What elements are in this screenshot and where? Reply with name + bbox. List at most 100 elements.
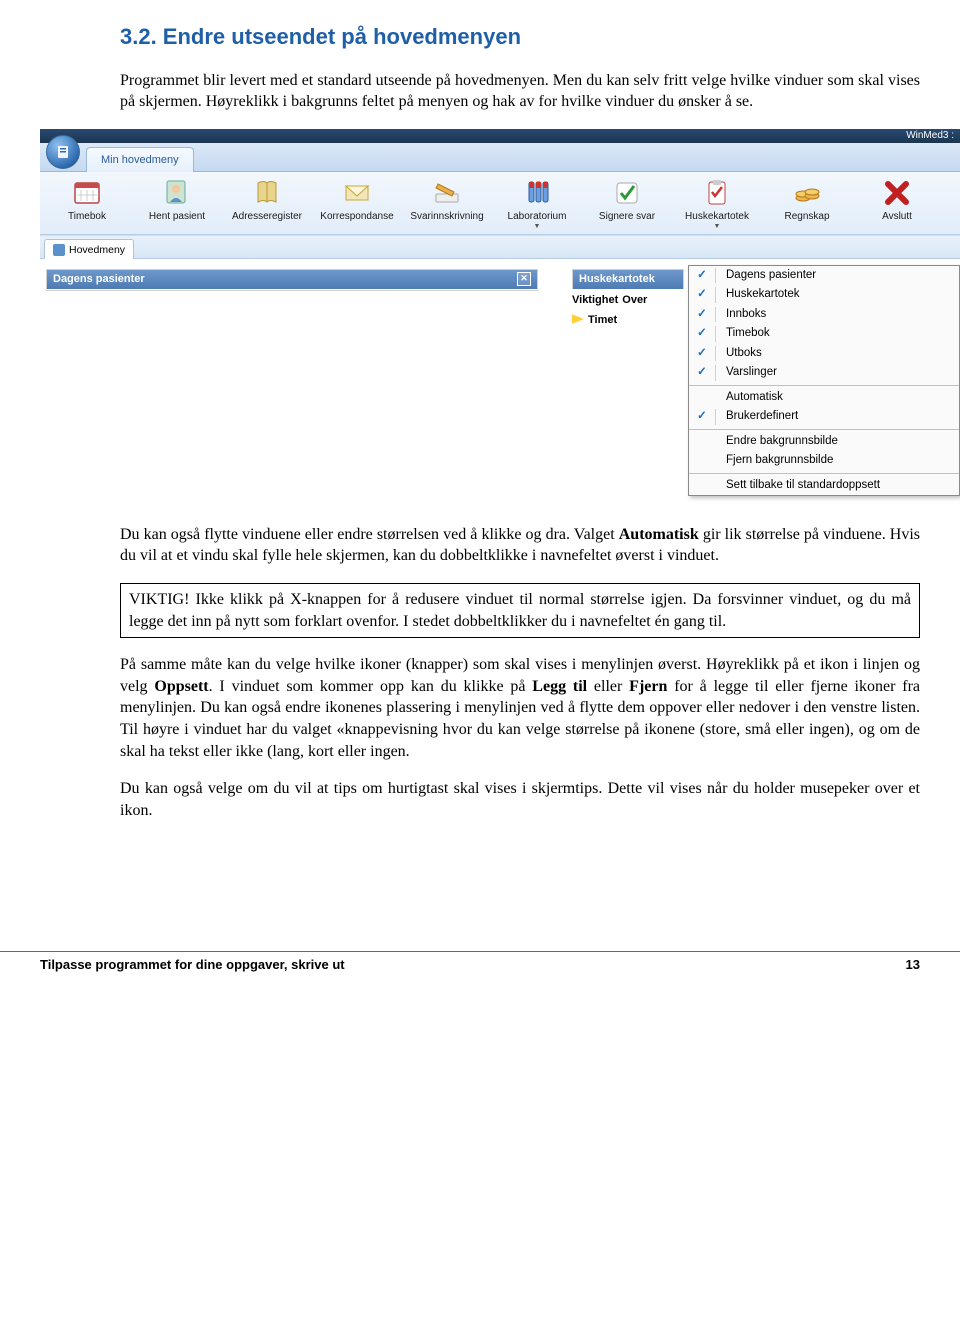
- toolbar-avslutt[interactable]: Avslutt: [852, 177, 942, 232]
- workspace-tab-label: Hovedmeny: [69, 243, 125, 257]
- body-text-2: Du kan også flytte vinduene eller endre …: [120, 524, 920, 822]
- context-menu[interactable]: ✓Dagens pasienter✓Huskekartotek✓Innboks✓…: [688, 265, 960, 497]
- ctx-item-timebok[interactable]: ✓Timebok: [689, 324, 959, 344]
- toolbar-laboratorium[interactable]: Laboratorium▼: [492, 177, 582, 232]
- close-red-icon: [880, 177, 914, 207]
- footer-left: Tilpasse programmet for dine oppgaver, s…: [40, 956, 345, 974]
- workspace-tab[interactable]: Hovedmeny: [44, 239, 134, 259]
- chevron-down-icon: ▼: [672, 222, 762, 231]
- panel-huskekartotek: Huskekartotek: [572, 269, 684, 289]
- tab-strip: Min hovedmeny: [40, 143, 960, 172]
- toolbar-timebok[interactable]: Timebok: [42, 177, 132, 232]
- toolbar-svarinnskrivning[interactable]: Svarinnskrivning: [402, 177, 492, 232]
- panel-title: Dagens pasienter: [53, 272, 145, 287]
- toolbar-regnskap[interactable]: Regnskap: [762, 177, 852, 232]
- workspace-tab-icon: [53, 244, 65, 256]
- check-icon: ✓: [689, 268, 716, 284]
- close-icon[interactable]: ✕: [517, 272, 531, 286]
- book-icon: [250, 177, 284, 207]
- check-icon: [610, 177, 644, 207]
- ctx-item-endre-bakgrunnsbilde[interactable]: Endre bakgrunnsbilde: [689, 432, 959, 452]
- section-heading: 3.2. Endre utseendet på hovedmenyen: [120, 22, 920, 52]
- tubes-icon: [520, 177, 554, 207]
- ctx-label: Timebok: [716, 326, 770, 342]
- ctx-label: Varslinger: [716, 365, 777, 381]
- ctx-item-innboks[interactable]: ✓Innboks: [689, 305, 959, 325]
- paragraph-3: På samme måte kan du velge hvilke ikoner…: [120, 654, 920, 762]
- paragraph-2: Du kan også flytte vinduene eller endre …: [120, 524, 920, 567]
- clipboard-icon: [700, 177, 734, 207]
- page-footer: Tilpasse programmet for dine oppgaver, s…: [0, 951, 960, 974]
- ctx-label: Sett tilbake til standardoppsett: [716, 478, 880, 494]
- ctx-label: Brukerdefinert: [716, 409, 798, 425]
- toolbar-hent-pasient[interactable]: Hent pasient: [132, 177, 222, 232]
- orb-icon: [55, 144, 71, 160]
- orb-button[interactable]: [46, 135, 80, 169]
- toolbar-label: Korrespondanse: [312, 210, 402, 224]
- app-title: WinMed3 :: [906, 129, 960, 143]
- ctx-label: Automatisk: [716, 390, 783, 406]
- workspace-tab-row: Hovedmeny: [40, 236, 960, 259]
- toolbar-label: Regnskap: [762, 210, 852, 224]
- ctx-label: Innboks: [716, 307, 766, 323]
- toolbar-label: Timebok: [42, 210, 132, 224]
- important-callout: VIKTIG! Ikke klikk på X-knappen for å re…: [120, 583, 920, 638]
- check-icon: ✓: [689, 365, 716, 381]
- toolbar-huskekartotek[interactable]: Huskekartotek▼: [672, 177, 762, 232]
- ctx-label: Endre bakgrunnsbilde: [716, 434, 838, 450]
- ctx-item-varslinger[interactable]: ✓Varslinger: [689, 363, 959, 383]
- toolbar-label: Hent pasient: [132, 210, 222, 224]
- column-header-row: Viktighet Over: [572, 293, 647, 308]
- person-icon: [160, 177, 194, 207]
- titlebar: WinMed3 :: [40, 129, 960, 143]
- ctx-item-fjern-bakgrunnsbilde[interactable]: Fjern bakgrunnsbilde: [689, 451, 959, 471]
- toolbar-label: Adresseregister: [222, 210, 312, 224]
- check-icon: ✓: [689, 409, 716, 425]
- main-tab[interactable]: Min hovedmeny: [86, 147, 194, 172]
- toolbar-adresseregister[interactable]: Adresseregister: [222, 177, 312, 232]
- panel-header[interactable]: Huskekartotek: [573, 270, 683, 289]
- app-screenshot: WinMed3 : Min hovedmeny TimebokHent pasi…: [40, 129, 960, 474]
- ctx-label: Fjern bakgrunnsbilde: [716, 453, 833, 469]
- paragraph-4: Du kan også velge om du vil at tips om h…: [120, 778, 920, 821]
- ctx-label: Dagens pasienter: [716, 268, 816, 284]
- ctx-label: Utboks: [716, 346, 762, 362]
- ctx-item-dagens-pasienter[interactable]: ✓Dagens pasienter: [689, 266, 959, 286]
- ctx-item-utboks[interactable]: ✓Utboks: [689, 344, 959, 364]
- check-icon: ✓: [689, 326, 716, 342]
- panel-dagens-pasienter: Dagens pasienter ✕: [46, 269, 538, 291]
- chevron-down-icon: ▼: [492, 222, 582, 231]
- toolbar-korrespondanse[interactable]: Korrespondanse: [312, 177, 402, 232]
- toolbar-label: Avslutt: [852, 210, 942, 224]
- ctx-item-brukerdefinert[interactable]: ✓Brukerdefinert: [689, 407, 959, 427]
- row-timet: Timet: [572, 313, 617, 328]
- ribbon-toolbar: TimebokHent pasientAdresseregisterKorres…: [40, 172, 960, 235]
- calendar-icon: [70, 177, 104, 207]
- panel-title: Huskekartotek: [579, 272, 655, 287]
- footer-page-number: 13: [906, 956, 920, 974]
- paragraph-1: Programmet blir levert med et standard u…: [120, 70, 920, 113]
- ctx-item-automatisk[interactable]: Automatisk: [689, 388, 959, 408]
- col-viktighet: Viktighet: [572, 293, 618, 308]
- body-text: Programmet blir levert med et standard u…: [120, 70, 920, 113]
- ctx-label: Huskekartotek: [716, 287, 800, 303]
- check-icon: ✓: [689, 307, 716, 323]
- toolbar-label: Laboratorium: [492, 210, 582, 224]
- check-icon: ✓: [689, 287, 716, 303]
- flag-icon: [572, 314, 584, 326]
- col-over: Over: [622, 293, 647, 308]
- check-icon: ✓: [689, 346, 716, 362]
- workspace-body: Dagens pasienter ✕ Huskekartotek Viktigh…: [40, 259, 960, 474]
- ctx-item-huskekartotek[interactable]: ✓Huskekartotek: [689, 285, 959, 305]
- toolbar-label: Huskekartotek: [672, 210, 762, 224]
- toolbar-label: Signere svar: [582, 210, 672, 224]
- coins-icon: [790, 177, 824, 207]
- toolbar-signere-svar[interactable]: Signere svar: [582, 177, 672, 232]
- ctx-item-sett-tilbake-til-standardoppsett[interactable]: Sett tilbake til standardoppsett: [689, 476, 959, 496]
- panel-header[interactable]: Dagens pasienter ✕: [47, 270, 537, 289]
- row-label: Timet: [588, 313, 617, 328]
- pencil-icon: [430, 177, 464, 207]
- envelope-icon: [340, 177, 374, 207]
- toolbar-label: Svarinnskrivning: [402, 210, 492, 224]
- workspace: Hovedmeny Dagens pasienter ✕ Huskekartot…: [40, 235, 960, 474]
